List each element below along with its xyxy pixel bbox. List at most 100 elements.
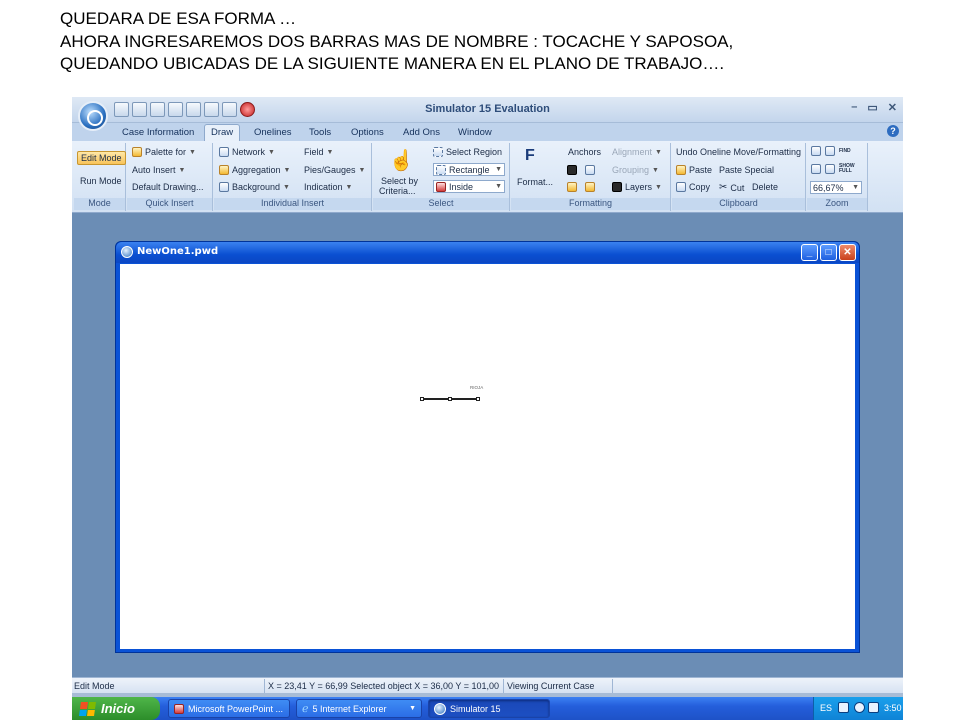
cut-button[interactable]: ✂ Cut (719, 182, 744, 193)
group-formatting: F Format... Anchors Alignment ▼ Grouping ▼… (511, 143, 671, 211)
pies-gauges-button[interactable]: Pies/Gauges ▼ (304, 165, 367, 175)
paste-special-button[interactable]: Paste Special (719, 165, 774, 175)
show-full-button[interactable]: SHOW FULL (839, 164, 855, 174)
eyedropper-icon[interactable] (567, 165, 577, 175)
tab-add-ons[interactable]: Add Ons (397, 125, 446, 140)
palette-for-button[interactable]: Palette for ▼ (132, 147, 198, 157)
group-quick-insert: Palette for ▼ Auto Insert ▼ Default Drawin… (127, 143, 213, 211)
bus-handle-middle[interactable] (448, 397, 452, 401)
status-bar: Edit Mode X = 23,41 Y = 66,99 Selected o… (72, 677, 903, 693)
selection-shape-select[interactable]: Rectangle ▼ (433, 163, 505, 176)
indication-chevron-down-icon: ▼ (345, 183, 353, 191)
volume-tray-icon[interactable] (868, 702, 879, 713)
taskbar-powerpoint[interactable]: Microsoft PowerPoint ... (168, 699, 290, 718)
background-label: Background (232, 182, 281, 192)
taskbar-simulator[interactable]: Simulator 15 (428, 699, 550, 718)
group-select: ☝ Select by Criteria... Select Region Re… (373, 143, 510, 211)
edit-mode-button[interactable]: Edit Mode (77, 151, 126, 165)
select-by-criteria-line1[interactable]: Select by (381, 176, 418, 186)
layers-icon (612, 182, 622, 192)
status-mode: Edit Mode (74, 681, 115, 691)
tab-draw[interactable]: Draw (204, 124, 241, 142)
oneline-canvas[interactable]: RIOJA (120, 264, 855, 649)
tab-onelines[interactable]: Onelines (248, 125, 298, 140)
document-titlebar[interactable]: NewOne1.pwd _ □ ✕ (116, 242, 859, 263)
background-chevron-down-icon: ▼ (283, 183, 290, 191)
field-button[interactable]: Field ▼ (304, 147, 335, 157)
tab-options[interactable]: Options (345, 125, 390, 140)
paint-brush-icon[interactable] (585, 165, 595, 175)
cut-label: Cut (730, 182, 745, 193)
paste-icon (676, 165, 686, 175)
doc-minimize-icon[interactable]: _ (801, 244, 818, 261)
zoom-in-icon[interactable] (811, 164, 821, 174)
group-individual-insert: Network ▼ Aggregation ▼ Background ▼ Field ▼… (214, 143, 372, 211)
aggregation-label: Aggregation (232, 165, 281, 175)
background-button[interactable]: Background ▼ (219, 182, 292, 192)
copy-button[interactable]: Copy (676, 182, 710, 192)
flag-yellow (87, 709, 95, 716)
select-region-label: Select Region (446, 147, 503, 157)
paste-label: Paste (689, 165, 713, 175)
minimize-icon[interactable]: – (851, 101, 857, 114)
pies-gauges-label: Pies/Gauges (304, 165, 356, 175)
close-icon[interactable]: ✕ (888, 101, 897, 114)
auto-insert-button[interactable]: Auto Insert ▼ (132, 165, 187, 175)
indication-button[interactable]: Indication ▼ (304, 182, 354, 192)
grouping-button[interactable]: Grouping ▼ (612, 165, 661, 175)
scissors-icon: ✂ (719, 182, 728, 193)
inside-chevron-down-icon: ▼ (495, 183, 502, 190)
run-mode-button[interactable]: Run Mode (80, 176, 122, 186)
selection-inside-select[interactable]: Inside ▼ (433, 180, 505, 193)
alignment-button[interactable]: Alignment ▼ (612, 147, 664, 157)
internet-explorer-icon: ℯ (302, 703, 309, 715)
format-font-icon: F (525, 147, 535, 164)
layers-button[interactable]: Layers ▼ (612, 182, 664, 192)
network-button[interactable]: Network ▼ (219, 147, 277, 157)
copy-label: Copy (689, 182, 711, 192)
anchors-button[interactable]: Anchors (568, 147, 601, 157)
zoom-level-select[interactable]: 66,67% ▼ (810, 181, 862, 194)
default-drawing-button[interactable]: Default Drawing... (132, 182, 204, 192)
bus-handle-left[interactable] (420, 397, 424, 401)
format-button[interactable]: Format... (517, 177, 553, 187)
doc-close-icon[interactable]: ✕ (839, 244, 856, 261)
powerpoint-icon (174, 703, 184, 714)
paste-button[interactable]: Paste (676, 165, 712, 175)
delete-button[interactable]: Delete (752, 182, 778, 192)
find-button[interactable]: FIND (839, 148, 851, 154)
inside-icon (436, 181, 446, 192)
group-label-individual-insert: Individual Insert (214, 198, 371, 210)
select-region-button[interactable]: Select Region (433, 147, 502, 157)
help-tray-icon[interactable] (838, 702, 849, 713)
indication-label: Indication (304, 182, 343, 192)
document-window-controls: _ □ ✕ (801, 244, 856, 261)
doc-maximize-icon[interactable]: □ (820, 244, 837, 261)
bus-handle-right[interactable] (476, 397, 480, 401)
restore-icon[interactable]: ▭ (867, 101, 877, 114)
format-painter-row (567, 165, 595, 175)
windows-flag-icon (79, 701, 96, 716)
language-indicator[interactable]: ES (820, 703, 832, 713)
aggregation-button[interactable]: Aggregation ▼ (219, 165, 292, 175)
application-orb-button[interactable] (78, 101, 108, 131)
grouping-label: Grouping (612, 165, 650, 175)
start-button[interactable]: Inicio (72, 697, 160, 720)
pies-chevron-down-icon: ▼ (358, 166, 366, 174)
flag-red (80, 701, 88, 708)
send-back-icon[interactable] (585, 182, 595, 192)
group-clipboard: Undo Oneline Move/Formatting Paste Paste… (672, 143, 806, 211)
select-by-criteria-line2[interactable]: Criteria... (379, 186, 416, 196)
taskbar-internet-explorer[interactable]: ℯ5 Internet Explorer ▼ (296, 699, 422, 718)
help-icon[interactable]: ? (887, 125, 899, 137)
bring-front-icon[interactable] (567, 182, 577, 192)
zoom-area-icon[interactable] (811, 146, 821, 156)
zoom-area-out-icon[interactable] (825, 146, 835, 156)
clock: 3:50 (884, 703, 902, 713)
tab-case-information[interactable]: Case Information (116, 125, 200, 140)
zoom-out-icon[interactable] (825, 164, 835, 174)
network-tray-icon[interactable] (854, 702, 865, 713)
tab-window[interactable]: Window (452, 125, 498, 140)
tab-tools[interactable]: Tools (303, 125, 337, 140)
undo-button[interactable]: Undo Oneline Move/Formatting (676, 147, 801, 157)
